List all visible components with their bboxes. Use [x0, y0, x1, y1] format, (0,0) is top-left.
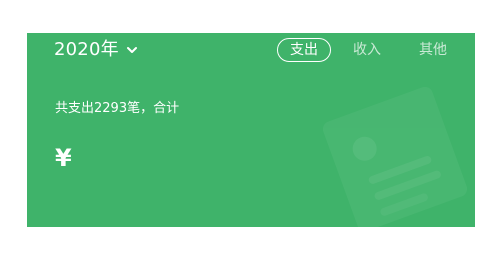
receipt-illustration-icon: [322, 86, 468, 227]
summary-header: 2020年 支出 收入 其他 共支出2293笔，合计 ¥: [27, 33, 475, 227]
tab-other[interactable]: 其他: [419, 40, 447, 60]
chevron-down-icon: [126, 47, 137, 53]
tab-expense[interactable]: 支出: [277, 38, 331, 62]
expense-summary: 共支出2293笔，合计: [55, 101, 180, 116]
category-tabs: 支出 收入 其他: [277, 37, 447, 63]
year-label: 2020年: [54, 39, 119, 60]
tab-income[interactable]: 收入: [353, 40, 381, 60]
app-page: 2020年 支出 收入 其他 共支出2293笔，合计 ¥: [0, 0, 499, 267]
year-dropdown[interactable]: 2020年: [54, 37, 139, 63]
currency-symbol: ¥: [55, 144, 72, 172]
